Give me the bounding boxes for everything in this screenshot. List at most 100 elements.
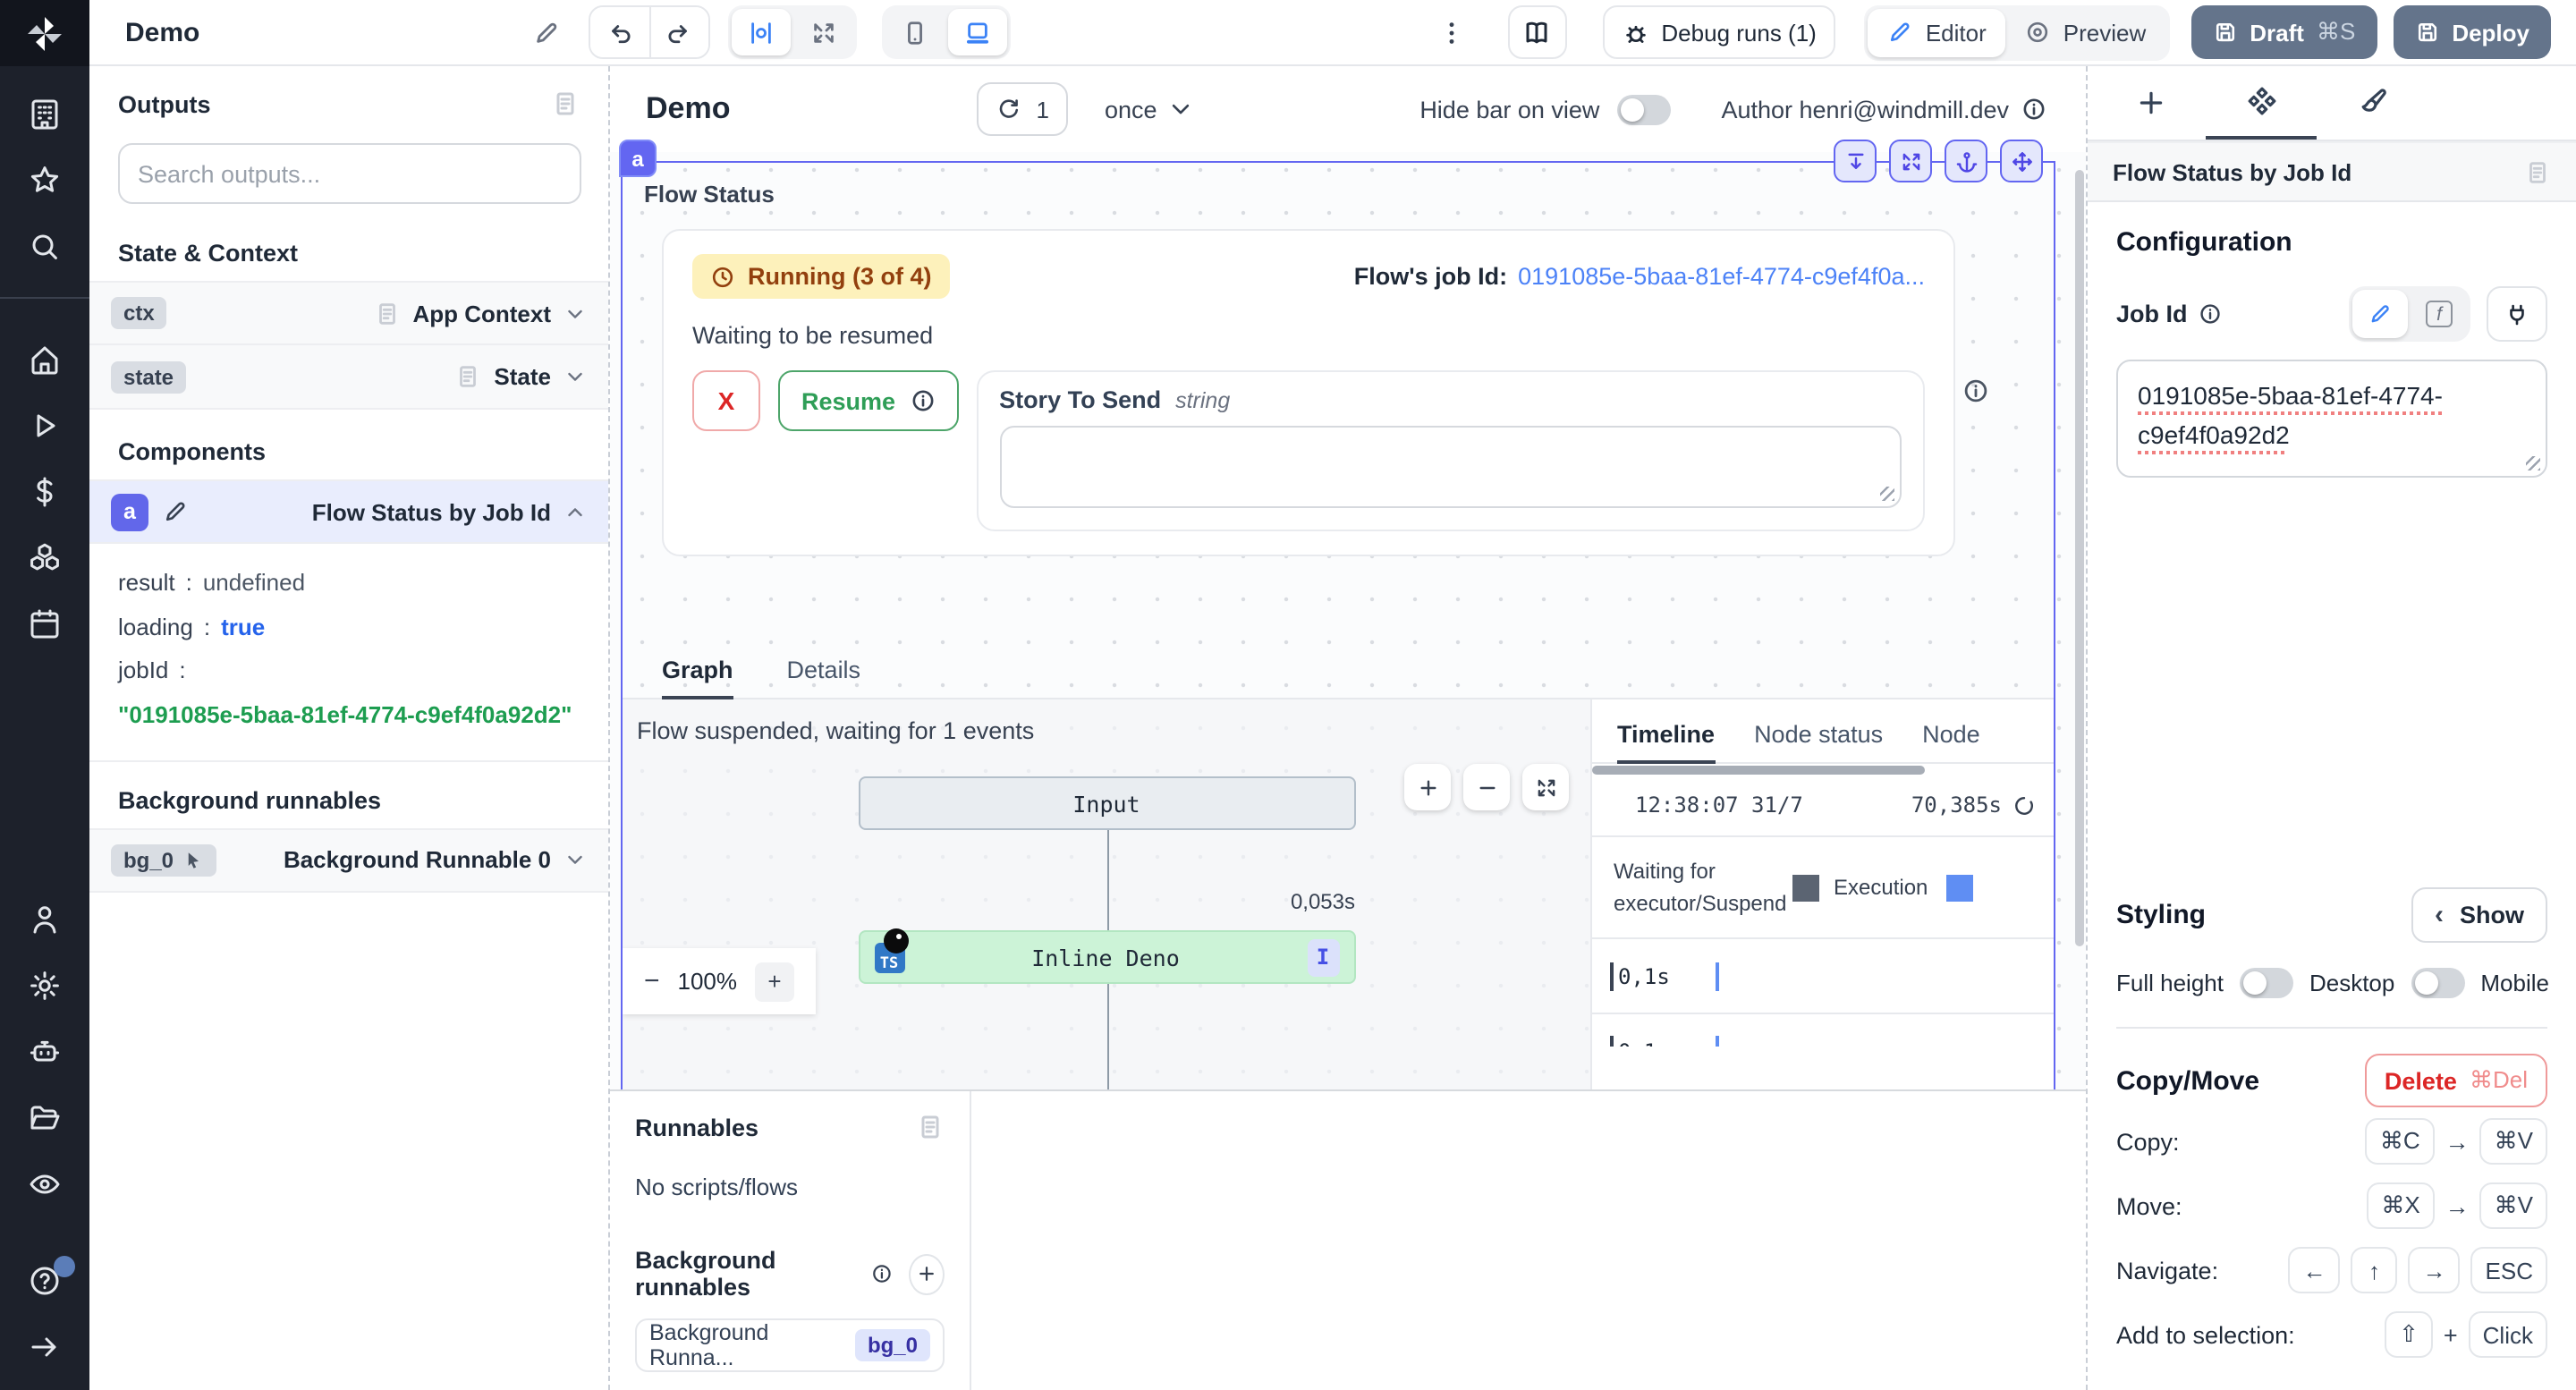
hide-bar-toggle[interactable] (1617, 94, 1671, 124)
move-icon[interactable] (2000, 140, 2043, 182)
mobile-view-button[interactable] (885, 9, 944, 55)
settings-gear-icon[interactable] (27, 968, 63, 1004)
fx-input-mode-button[interactable]: f (2411, 290, 2467, 338)
static-input-mode-button[interactable] (2352, 290, 2408, 338)
job-id-input[interactable]: 0191085e-5baa-81ef-4774- c9ef4f0a92d2 (2116, 360, 2547, 478)
cancel-button[interactable]: X (692, 370, 760, 431)
flow-graph[interactable]: Flow suspended, waiting for 1 events Inp… (623, 699, 1590, 1089)
tab-graph[interactable]: Graph (662, 657, 733, 699)
author-info-icon[interactable] (2021, 97, 2046, 122)
resources-cubes-icon[interactable] (27, 540, 63, 576)
anchor-icon[interactable] (1945, 140, 1987, 182)
sep: : (168, 657, 196, 684)
centered-layout-button[interactable] (731, 9, 790, 55)
draft-button[interactable]: Draft ⌘S (2190, 5, 2377, 59)
delete-label: Delete (2385, 1067, 2457, 1094)
full-width-layout-button[interactable] (793, 9, 852, 55)
timeline-row-1-duration: 0,1s (1618, 963, 1670, 988)
deploy-button[interactable]: Deploy (2393, 5, 2551, 59)
graph-fullscreen-button[interactable] (1522, 764, 1569, 810)
full-height-toggle[interactable] (2240, 968, 2293, 998)
workers-robot-icon[interactable] (27, 1034, 63, 1070)
connect-input-button[interactable] (2487, 286, 2547, 342)
tab-node[interactable]: Node (1922, 721, 1980, 762)
background-runnable-item[interactable]: Background Runna... bg_0 (635, 1318, 945, 1372)
component-id-tag[interactable]: a (619, 140, 657, 177)
audit-eye-icon[interactable] (27, 1166, 63, 1202)
add-background-runnable-button[interactable] (909, 1253, 945, 1294)
runnables-doc-icon[interactable] (916, 1113, 945, 1141)
mobile-label: Mobile (2480, 970, 2549, 996)
resize-handle[interactable] (1880, 487, 1894, 501)
card-info-icon[interactable] (1962, 377, 1989, 404)
desktop-toggle[interactable] (2411, 968, 2464, 998)
home-icon[interactable] (27, 342, 63, 377)
user-icon[interactable] (27, 902, 63, 937)
outputs-doc-icon[interactable] (551, 89, 580, 118)
flow-status-component[interactable]: a Flow Status Runni (621, 161, 2055, 1089)
running-status-label: Running (3 of 4) (748, 263, 931, 290)
state-row[interactable]: state State (89, 345, 608, 410)
schedules-calendar-icon[interactable] (27, 606, 63, 642)
node-inline-deno[interactable]: TS Inline Deno I (858, 930, 1355, 984)
desktop-view-button[interactable] (947, 9, 1006, 55)
dock-bottom-icon[interactable] (1834, 140, 1877, 182)
ctx-row[interactable]: ctx App Context (89, 281, 608, 345)
more-menu-icon[interactable] (1437, 19, 1464, 46)
tab-component-settings[interactable] (2206, 66, 2317, 140)
expand-icon[interactable] (1889, 140, 1932, 182)
timeline-scrollbar[interactable] (1592, 766, 1925, 775)
runs-play-icon[interactable] (27, 408, 63, 444)
timeline-tick-dark (1610, 962, 1613, 990)
docs-book-button[interactable] (1507, 5, 1566, 59)
job-id-resize-handle[interactable] (2526, 456, 2540, 470)
show-styling-button[interactable]: ‹ Show (2411, 887, 2547, 943)
state-doc-icon (454, 363, 481, 390)
selected-component-doc-icon[interactable] (2524, 158, 2551, 185)
zoom-out-button[interactable]: − (644, 966, 660, 996)
redo-button[interactable] (648, 7, 708, 57)
flow-job-id-link[interactable]: 0191085e-5baa-81ef-4774-c9ef4f0a... (1518, 263, 1925, 290)
search-outputs-input[interactable] (118, 143, 581, 204)
delete-button[interactable]: Delete ⌘Del (2365, 1054, 2547, 1107)
tab-editor[interactable]: Editor (1868, 8, 2006, 56)
rename-pencil-icon[interactable] (532, 19, 559, 46)
graph-zoom-out-button[interactable] (1463, 764, 1510, 810)
node-input[interactable]: Input (858, 776, 1355, 830)
tab-insert-component[interactable] (2095, 66, 2206, 140)
tab-details[interactable]: Details (787, 657, 861, 698)
bg0-chevron-down-icon[interactable] (564, 849, 587, 872)
collapse-arrow-icon[interactable] (27, 1329, 63, 1365)
node-id-chip: I (1307, 938, 1339, 976)
zoom-in-button[interactable]: + (755, 962, 794, 1001)
folders-icon[interactable] (27, 1100, 63, 1136)
resume-button[interactable]: Resume (778, 370, 958, 431)
search-icon[interactable] (27, 229, 63, 265)
component-chevron-up-icon[interactable] (564, 500, 587, 523)
windmill-logo[interactable] (0, 0, 89, 66)
component-pencil-icon[interactable] (163, 499, 188, 524)
bg0-row[interactable]: bg_0 Background Runnable 0 (89, 828, 608, 893)
tab-global-styling[interactable] (2317, 66, 2428, 140)
component-a-row[interactable]: a Flow Status by Job Id (89, 479, 608, 544)
tab-preview[interactable]: Preview (2006, 8, 2166, 56)
favorites-star-icon[interactable] (27, 163, 63, 199)
workspace-building-icon[interactable] (27, 97, 63, 132)
help-icon[interactable] (27, 1263, 63, 1299)
background-runnables-info-icon[interactable] (871, 1261, 893, 1286)
canvas-scrollbar[interactable] (2075, 170, 2084, 946)
refresh-counter[interactable]: 1 (977, 82, 1068, 136)
tab-timeline[interactable]: Timeline (1617, 721, 1715, 764)
app-canvas[interactable]: Demo 1 once Hide bar on view (610, 66, 2086, 1089)
styling-title: Styling (2116, 900, 2206, 930)
story-to-send-textarea[interactable] (999, 426, 1902, 508)
state-chevron-down-icon[interactable] (564, 365, 587, 388)
debug-runs-button[interactable]: Debug runs (1) (1602, 5, 1835, 59)
tab-node-status[interactable]: Node status (1754, 721, 1883, 762)
undo-button[interactable] (589, 7, 648, 57)
frequency-dropdown[interactable]: once (1105, 96, 1193, 123)
ctx-chevron-down-icon[interactable] (564, 301, 587, 325)
graph-zoom-in-button[interactable] (1404, 764, 1451, 810)
billing-dollar-icon[interactable] (27, 474, 63, 510)
job-id-info-icon[interactable] (2199, 302, 2222, 326)
